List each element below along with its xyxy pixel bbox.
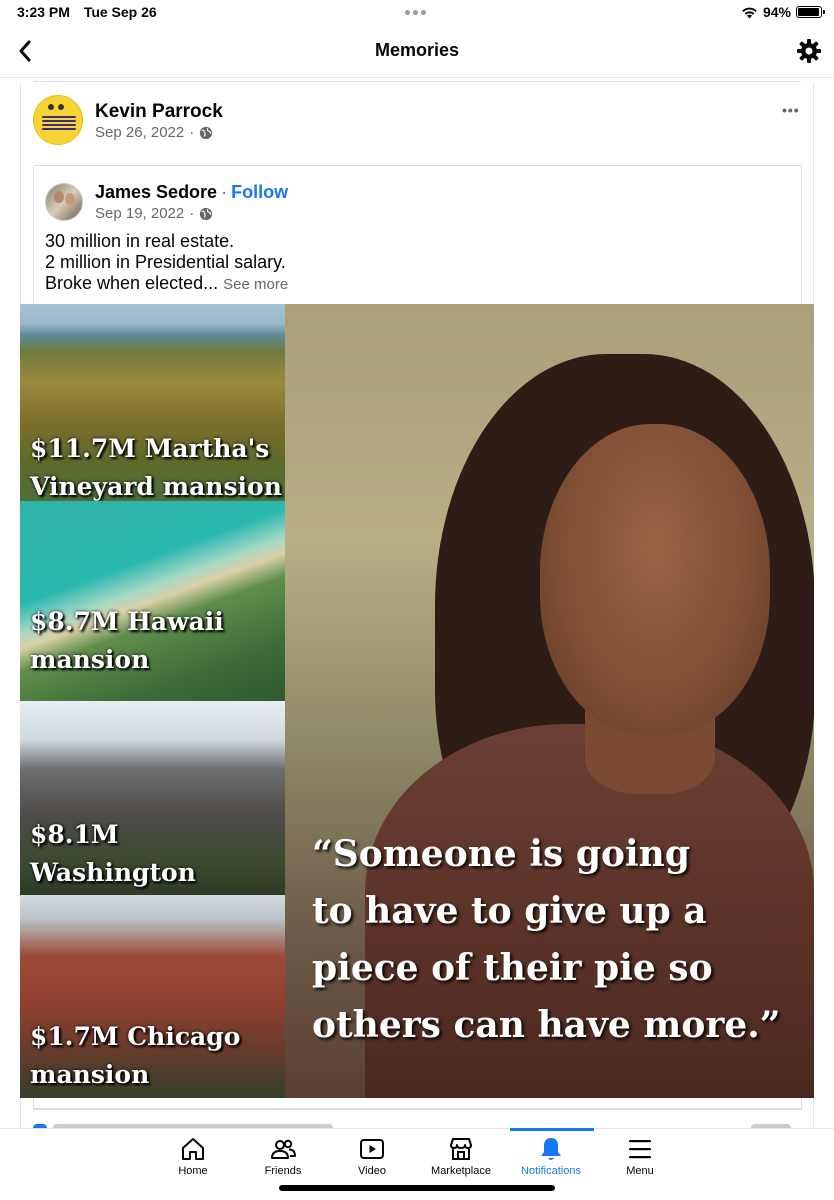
tab-friends[interactable]: Friends — [238, 1135, 328, 1177]
post-meta: Sep 26, 2022 · — [95, 124, 213, 141]
video-icon — [360, 1139, 384, 1159]
battery-icon — [796, 6, 825, 18]
shared-post-date[interactable]: Sep 19, 2022 — [95, 205, 184, 222]
tab-video[interactable]: Video — [327, 1135, 417, 1177]
tab-home[interactable]: Home — [148, 1135, 238, 1177]
image-panel-washington: $8.1M Washingtonmansion — [20, 701, 285, 895]
bell-icon — [541, 1138, 561, 1160]
menu-icon — [629, 1140, 651, 1159]
author-avatar[interactable] — [33, 95, 83, 145]
image-panel-marthas-vineyard: $11.7M Martha's Vineyard mansion — [20, 304, 285, 501]
status-time-date: 3:23 PM Tue Sep 26 — [17, 4, 157, 20]
post-text-line: 30 million in real estate. — [45, 231, 235, 251]
home-icon — [182, 1138, 204, 1160]
post-text-line: 2 million in Presidential salary. — [45, 252, 286, 272]
shared-author-name[interactable]: James Sedore — [95, 182, 217, 202]
tab-label: Home — [178, 1165, 208, 1177]
globe-icon — [200, 207, 213, 220]
image-caption: $8.7M Hawaii mansion — [30, 607, 224, 674]
tab-menu[interactable]: Menu — [595, 1135, 685, 1177]
meta-separator: · — [189, 205, 195, 222]
tab-label: Menu — [626, 1165, 654, 1177]
post-options-button[interactable]: ••• — [782, 102, 800, 118]
wifi-icon — [742, 7, 757, 18]
tab-notifications[interactable]: Notifications — [506, 1135, 596, 1177]
follow-separator: · — [221, 182, 228, 202]
battery-percent: 94% — [762, 4, 791, 20]
meta-separator: · — [189, 124, 195, 141]
top-navigation-bar: Memories — [0, 24, 834, 78]
post-text-line: Broke when elected... See more — [45, 273, 289, 293]
page-title: Memories — [374, 40, 460, 60]
shared-post-meta: Sep 19, 2022 · — [95, 205, 213, 222]
status-time: 3:23 PM — [17, 4, 70, 20]
status-date: Tue Sep 26 — [83, 4, 157, 20]
divider — [33, 1108, 802, 1109]
follow-button[interactable]: Follow — [231, 182, 288, 202]
globe-icon — [200, 126, 213, 139]
gear-icon — [797, 39, 821, 63]
tab-label: Marketplace — [431, 1165, 491, 1177]
active-tab-indicator — [510, 1128, 594, 1131]
image-caption: $8.1M Washingtonmansion — [30, 820, 196, 887]
post-date[interactable]: Sep 26, 2022 — [95, 124, 184, 141]
tab-marketplace[interactable]: Marketplace — [416, 1135, 506, 1177]
post-text: 30 million in real estate. 2 million in … — [45, 231, 288, 295]
reactions-row-partial — [33, 1118, 802, 1128]
image-caption: $1.7M Chicago mansion — [30, 1022, 241, 1089]
image-quote: “Someone is going to have to give up a p… — [312, 833, 781, 1046]
see-more-link[interactable]: See more — [223, 276, 288, 293]
image-panel-hawaii: $8.7M Hawaii mansion — [20, 501, 285, 701]
divider — [34, 81, 801, 82]
settings-button[interactable] — [796, 38, 822, 64]
shared-author-line: James Sedore · Follow — [95, 182, 288, 203]
image-caption: $11.7M Martha's Vineyard mansion — [30, 434, 282, 501]
marketplace-icon — [450, 1138, 472, 1160]
friends-icon — [271, 1139, 296, 1159]
image-panel-chicago: $1.7M Chicago mansion — [20, 895, 285, 1098]
post-author-name[interactable]: Kevin Parrock — [95, 101, 223, 123]
status-bar: 3:23 PM Tue Sep 26 94% — [0, 0, 834, 24]
tab-label: Video — [358, 1165, 386, 1177]
status-indicators: 94% — [741, 4, 825, 20]
tab-label: Notifications — [521, 1165, 581, 1177]
shared-author-avatar[interactable] — [45, 183, 83, 221]
home-indicator[interactable] — [279, 1185, 555, 1191]
tab-label: Friends — [264, 1165, 302, 1177]
multitasking-dots-icon[interactable] — [405, 10, 426, 15]
